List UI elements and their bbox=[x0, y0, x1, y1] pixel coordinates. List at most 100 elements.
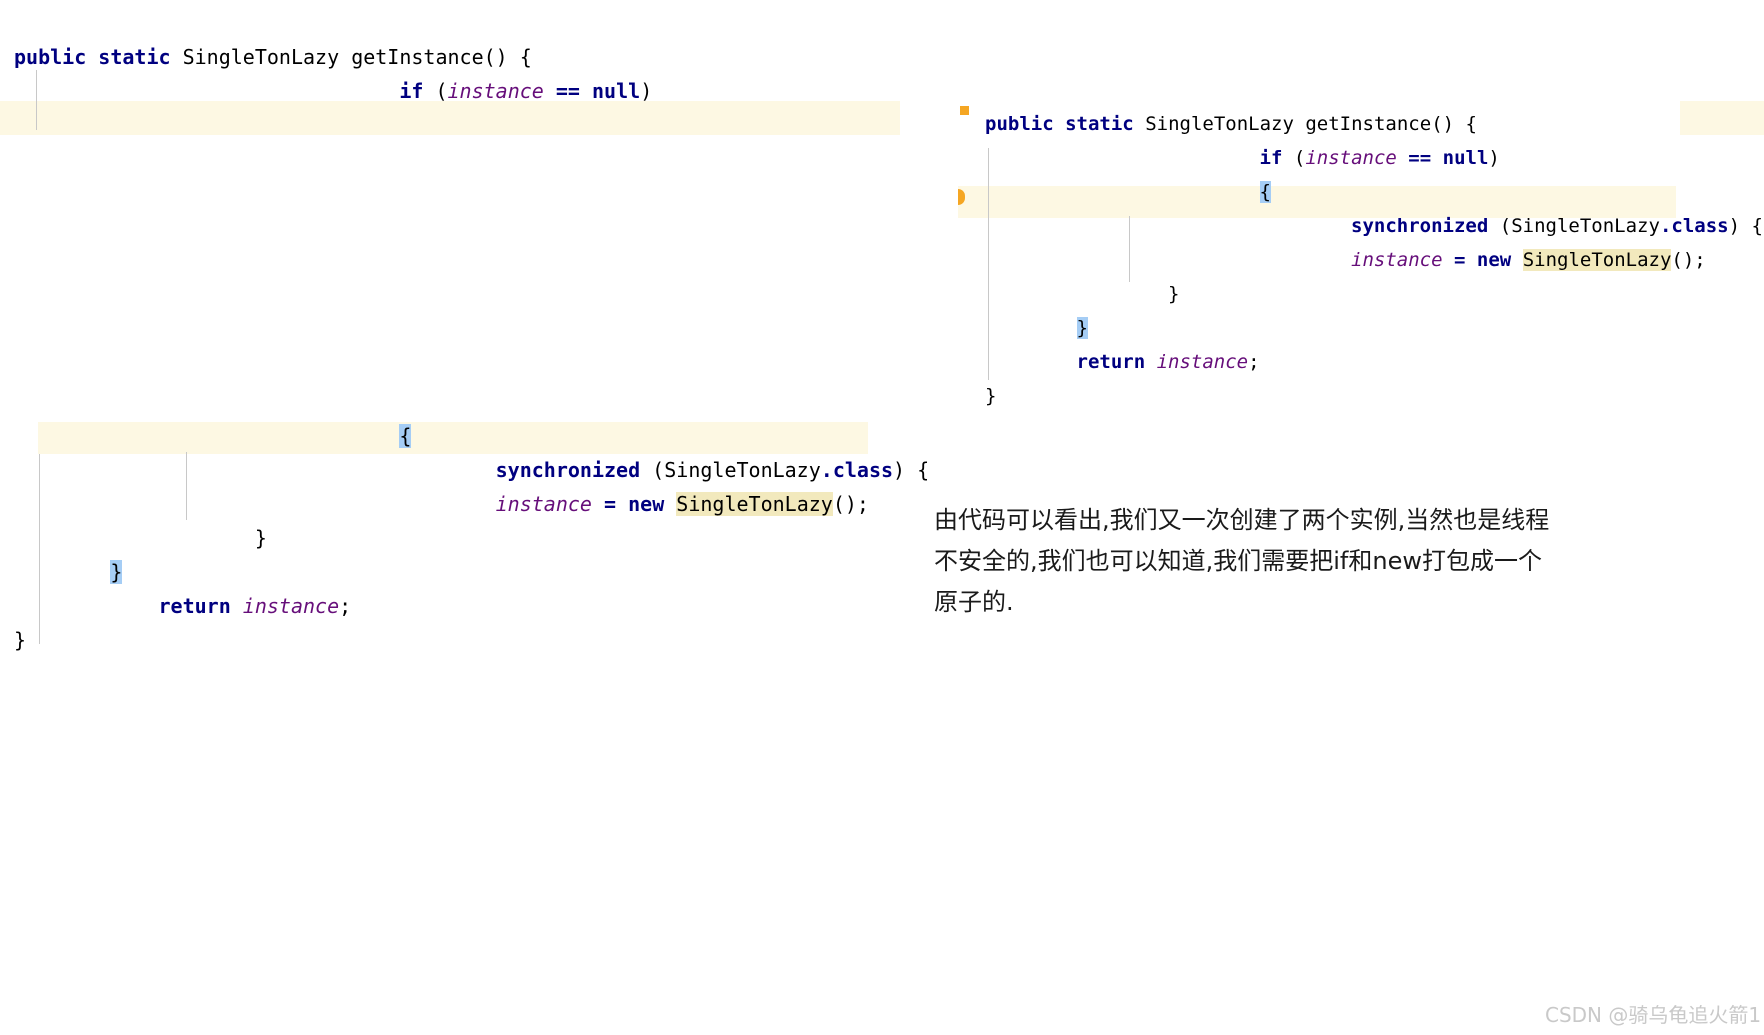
code-token: = bbox=[1454, 249, 1466, 271]
explanation-paragraph: 由代码可以看出,我们又一次创建了两个实例,当然也是线程 不安全的,我们也可以知道… bbox=[934, 506, 1550, 616]
code-line: public static SingleTonLazy getInstance(… bbox=[985, 107, 1763, 141]
code-token-highlighted: } bbox=[1076, 317, 1088, 339]
code-block-getinstance-top[interactable]: public static SingleTonLazy getInstance(… bbox=[14, 40, 652, 108]
code-token: static bbox=[98, 45, 171, 69]
code-line: } bbox=[985, 277, 1763, 311]
code-token: ) { bbox=[893, 458, 930, 482]
code-token: } bbox=[1168, 283, 1180, 305]
code-token: instance bbox=[1305, 147, 1397, 169]
code-token: if bbox=[1259, 147, 1283, 169]
code-token: instance bbox=[447, 79, 544, 103]
code-line: if (instance == null) bbox=[985, 141, 1763, 175]
code-token: ( bbox=[640, 458, 665, 482]
indent-guide-outer-right bbox=[988, 148, 989, 380]
code-token: } bbox=[254, 526, 267, 550]
code-line: } bbox=[14, 623, 929, 657]
indent-guide-outer-left bbox=[39, 454, 40, 644]
code-token: null bbox=[1442, 147, 1489, 169]
code-token: SingleTonLazy bbox=[1511, 215, 1660, 237]
code-token: == bbox=[1408, 147, 1432, 169]
code-token: ( bbox=[1488, 215, 1512, 237]
code-token-highlighted: } bbox=[110, 560, 123, 584]
code-token: .class bbox=[820, 458, 894, 482]
code-token: } bbox=[985, 385, 997, 407]
code-token: instance bbox=[495, 492, 592, 516]
code-line: { bbox=[14, 419, 929, 453]
code-token: instance bbox=[1156, 351, 1249, 373]
code-line: } bbox=[985, 379, 1763, 413]
code-line: synchronized (SingleTonLazy.class) { bbox=[985, 209, 1763, 243]
code-line: } bbox=[14, 555, 929, 589]
code-block-getinstance-full[interactable]: public static SingleTonLazy getInstance(… bbox=[985, 107, 1763, 413]
code-token: getInstance bbox=[351, 45, 484, 69]
code-token-highlighted: SingleTonLazy bbox=[1522, 249, 1672, 271]
code-token: ( bbox=[1282, 147, 1306, 169]
code-token: SingleTonLazy bbox=[664, 458, 821, 482]
code-token: ) bbox=[640, 79, 653, 103]
code-token-highlighted: SingleTonLazy bbox=[676, 492, 833, 516]
code-token: getInstance bbox=[1305, 113, 1432, 135]
code-line: public static SingleTonLazy getInstance(… bbox=[14, 40, 652, 74]
code-line: instance = new SingleTonLazy(); bbox=[985, 243, 1763, 277]
gutter-fold-marker-icon[interactable] bbox=[960, 106, 969, 115]
code-token: } bbox=[14, 628, 27, 652]
code-token: new bbox=[1476, 249, 1512, 271]
code-token: null bbox=[592, 79, 641, 103]
code-token: public bbox=[14, 45, 87, 69]
code-token: if bbox=[399, 79, 424, 103]
code-line: } bbox=[14, 521, 929, 555]
code-line: { bbox=[985, 175, 1763, 209]
code-token: () { bbox=[1431, 113, 1477, 135]
code-line: return instance; bbox=[985, 345, 1763, 379]
code-token: SingleTonLazy bbox=[1145, 113, 1294, 135]
code-token: ; bbox=[1248, 351, 1260, 373]
code-token: synchronized bbox=[495, 458, 641, 482]
code-line: instance = new SingleTonLazy(); bbox=[14, 487, 929, 521]
code-token-highlighted: { bbox=[399, 424, 412, 448]
code-token: static bbox=[1065, 113, 1134, 135]
code-token: == bbox=[555, 79, 580, 103]
code-token: .class bbox=[1659, 215, 1729, 237]
code-token: = bbox=[604, 492, 617, 516]
code-token: instance bbox=[1351, 249, 1443, 271]
code-token: SingleTonLazy bbox=[182, 45, 340, 69]
csdn-watermark: CSDN @骑乌龟追火箭1 bbox=[1545, 1003, 1762, 1027]
indent-guide-inner-right bbox=[1129, 216, 1130, 282]
code-block-getinstance-bottom[interactable]: { synchronized (SingleTonLazy.class) { i… bbox=[14, 419, 929, 657]
code-token: new bbox=[628, 492, 665, 516]
code-token: public bbox=[985, 113, 1054, 135]
code-line: return instance; bbox=[14, 589, 929, 623]
code-token: instance bbox=[242, 594, 340, 618]
code-token: () { bbox=[483, 45, 532, 69]
indent-guide-top-left bbox=[36, 70, 37, 130]
code-token: ) { bbox=[1728, 215, 1763, 237]
